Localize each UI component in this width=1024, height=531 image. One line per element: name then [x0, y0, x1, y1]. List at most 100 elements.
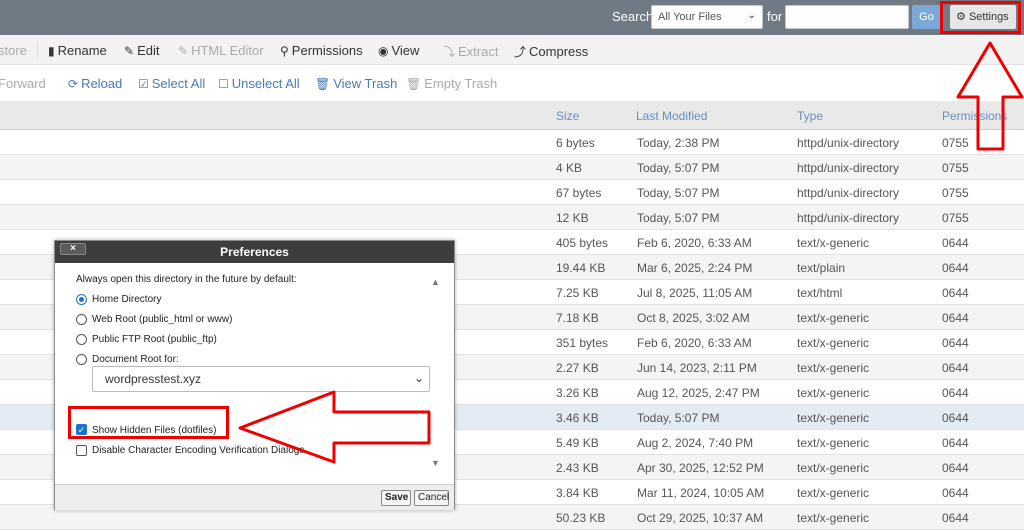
- close-button[interactable]: ×: [60, 243, 86, 255]
- reload-button[interactable]: ⟳ Reload: [68, 76, 122, 91]
- cell-size: 7.18 KB: [556, 311, 599, 325]
- trash-icon: 🗑: [315, 77, 331, 91]
- forward-button[interactable]: Forward: [0, 76, 46, 91]
- cell-permissions: 0644: [942, 386, 969, 400]
- cell-size: 50.23 KB: [556, 511, 606, 525]
- html-editor-label: HTML Editor: [191, 43, 264, 58]
- home-directory-label: Home Directory: [92, 294, 162, 305]
- cell-permissions: 0644: [942, 311, 969, 325]
- cell-permissions: 0644: [942, 486, 969, 500]
- html-editor-button[interactable]: ✎ HTML Editor: [178, 43, 264, 58]
- dialog-footer: Save Cancel: [55, 484, 454, 510]
- compress-icon: ⤴: [514, 45, 527, 59]
- cell-permissions: 0755: [942, 161, 969, 175]
- column-last-modified[interactable]: Last Modified: [636, 109, 707, 123]
- radio-ftp-root[interactable]: [76, 334, 87, 345]
- cell-modified: Oct 8, 2025, 3:02 AM: [637, 311, 750, 325]
- cell-size: 4 KB: [556, 161, 583, 175]
- cell-modified: Mar 11, 2024, 10:05 AM: [637, 486, 765, 500]
- document-root-select[interactable]: wordpresstest.xyz ⌄: [92, 366, 430, 392]
- restore-button[interactable]: store: [0, 43, 27, 58]
- permissions-button[interactable]: ⚲ Permissions: [280, 43, 363, 58]
- cell-modified: Today, 5:07 PM: [637, 211, 720, 225]
- rename-label: Rename: [57, 43, 107, 58]
- save-button[interactable]: Save: [381, 490, 411, 506]
- radio-home-directory[interactable]: [76, 294, 87, 305]
- navigation-toolbar: Forward ⟳ Reload ☑ Select All ☐ Unselect Al…: [0, 65, 1024, 101]
- compress-button[interactable]: ⤴ Compress: [514, 43, 588, 60]
- search-input[interactable]: [785, 5, 909, 29]
- cell-permissions: 0644: [942, 336, 969, 350]
- cell-type: text/x-generic: [797, 436, 870, 450]
- disable-encoding-checkbox[interactable]: [76, 445, 87, 456]
- trash-icon: 🗑: [406, 77, 422, 91]
- cell-modified: Mar 6, 2025, 2:24 PM: [637, 261, 753, 275]
- radio-document-root[interactable]: [76, 354, 87, 365]
- extract-label: Extract: [458, 44, 499, 59]
- cell-type: text/x-generic: [797, 411, 870, 425]
- settings-highlight-box: [940, 1, 1021, 34]
- cell-type: text/x-generic: [797, 386, 870, 400]
- chevron-down-icon: ⌄: [413, 371, 424, 385]
- select-all-button[interactable]: ☑ Select All: [138, 76, 205, 91]
- cell-modified: Aug 12, 2025, 2:47 PM: [637, 386, 760, 400]
- cell-permissions: 0644: [942, 511, 969, 525]
- rename-button[interactable]: ▮ Rename: [48, 43, 107, 58]
- empty-trash-button[interactable]: 🗑 Empty Trash: [406, 76, 497, 91]
- column-type[interactable]: Type: [797, 109, 823, 123]
- radio-web-root[interactable]: [76, 314, 87, 325]
- column-permissions[interactable]: Permissions: [942, 109, 1007, 123]
- search-scope-value: All Your Files: [658, 11, 722, 23]
- cell-modified: Jun 14, 2023, 2:11 PM: [637, 361, 757, 375]
- unselect-all-label: Unselect All: [231, 76, 300, 91]
- scroll-down-icon[interactable]: ▼: [431, 458, 440, 468]
- extract-button[interactable]: ⤵ Extract: [443, 43, 498, 60]
- cell-type: text/x-generic: [797, 336, 870, 350]
- file-toolbar: store ▮ Rename ✎ Edit ✎ HTML Editor ⚲ Permis…: [0, 35, 1024, 65]
- file-table-header: Size Last Modified Type Permissions: [0, 101, 1024, 130]
- compress-label: Compress: [529, 44, 589, 59]
- cancel-button[interactable]: Cancel: [414, 490, 449, 506]
- cell-modified: Today, 2:38 PM: [637, 136, 720, 150]
- cell-type: text/x-generic: [797, 511, 870, 525]
- cell-size: 2.43 KB: [556, 461, 599, 475]
- cell-type: httpd/unix-directory: [797, 161, 900, 175]
- cell-type: httpd/unix-directory: [797, 186, 900, 200]
- cell-modified: Today, 5:07 PM: [637, 161, 720, 175]
- cell-modified: Today, 5:07 PM: [637, 186, 720, 200]
- dialog-header: Preferences ×: [55, 241, 454, 263]
- empty-trash-label: Empty Trash: [424, 76, 498, 91]
- go-button[interactable]: Go: [912, 5, 941, 29]
- search-scope-select[interactable]: All Your Files ⌄: [651, 5, 763, 29]
- cell-type: text/plain: [797, 261, 846, 275]
- view-trash-button[interactable]: 🗑 View Trash: [315, 76, 397, 91]
- cell-permissions: 0644: [942, 286, 969, 300]
- empty-checkbox-icon: ☐: [218, 77, 229, 91]
- cell-permissions: 0644: [942, 461, 969, 475]
- edit-button[interactable]: ✎ Edit: [124, 43, 159, 58]
- cell-size: 67 bytes: [556, 186, 602, 200]
- permissions-label: Permissions: [291, 43, 363, 58]
- dialog-title: Preferences: [220, 245, 289, 259]
- table-row[interactable]: 12 KB Today, 5:07 PM httpd/unix-directory 0…: [0, 205, 1024, 230]
- view-button[interactable]: ◉ View: [378, 43, 419, 58]
- cell-size: 2.27 KB: [556, 361, 599, 375]
- search-label: Search: [612, 9, 654, 24]
- cell-modified: Feb 6, 2020, 6:33 AM: [637, 236, 752, 250]
- table-row[interactable]: 67 bytes Today, 5:07 PM httpd/unix-directo…: [0, 180, 1024, 205]
- eye-icon: ◉: [378, 44, 389, 58]
- show-hidden-highlight-box: [68, 406, 229, 439]
- table-row[interactable]: 6 bytes Today, 2:38 PM httpd/unix-director…: [0, 130, 1024, 155]
- unselect-all-button[interactable]: ☐ Unselect All: [218, 76, 300, 91]
- cell-modified: Feb 6, 2020, 6:33 AM: [637, 336, 752, 350]
- cell-permissions: 0755: [942, 186, 969, 200]
- scroll-up-icon[interactable]: ▲: [431, 277, 440, 287]
- table-row[interactable]: 4 KB Today, 5:07 PM httpd/unix-directory 07…: [0, 155, 1024, 180]
- html-editor-icon: ✎: [178, 44, 189, 58]
- cell-type: text/x-generic: [797, 461, 870, 475]
- cell-type: text/x-generic: [797, 236, 870, 250]
- close-icon: ×: [70, 243, 76, 254]
- cell-type: httpd/unix-directory: [797, 136, 900, 150]
- cell-size: 7.25 KB: [556, 286, 599, 300]
- column-size[interactable]: Size: [556, 109, 579, 123]
